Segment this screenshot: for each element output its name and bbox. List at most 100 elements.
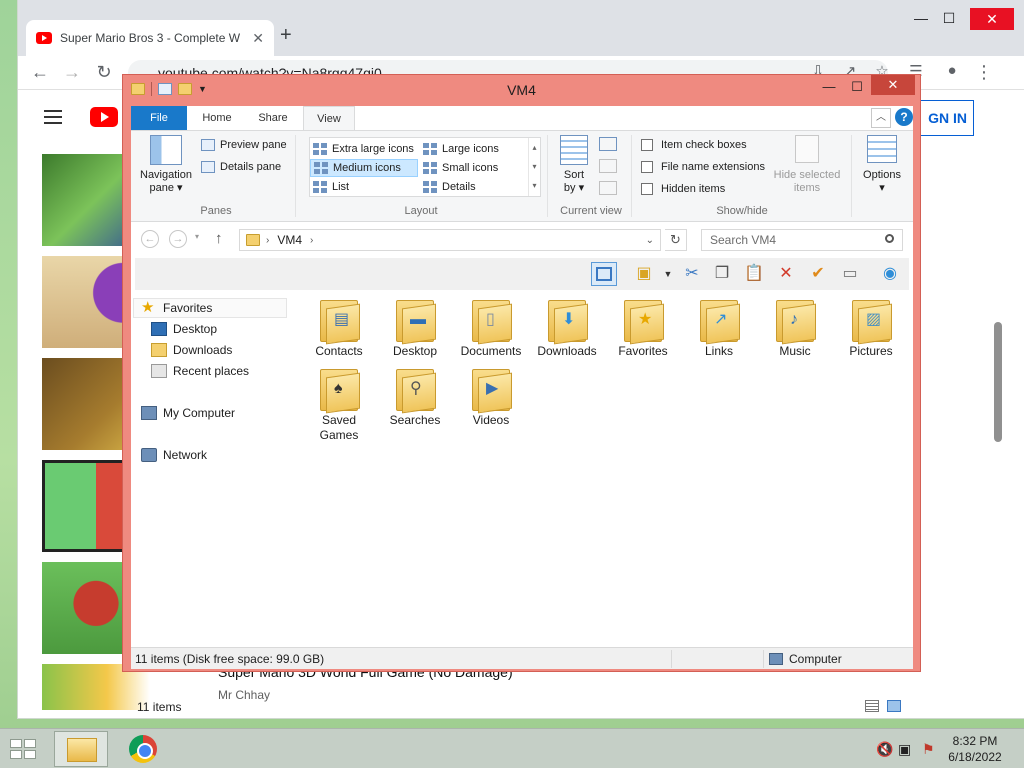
paste-icon[interactable]: 📋	[741, 262, 767, 286]
search-input[interactable]: Search VM4	[701, 229, 903, 251]
taskbar-chrome[interactable]	[116, 731, 170, 767]
clock[interactable]: 8:32 PM 6/18/2022	[940, 733, 1010, 765]
file-item[interactable]: ♪ Music	[757, 296, 833, 359]
navigation-pane-button[interactable]: Navigation pane ▾	[137, 135, 195, 195]
large-icons-view-icon[interactable]	[887, 700, 901, 712]
file-item[interactable]: ⬇ Downloads	[529, 296, 605, 359]
checkbox-icon	[641, 161, 653, 173]
action-center-icon[interactable]: ⚑	[922, 741, 935, 758]
nav-my-computer[interactable]: My Computer	[141, 403, 235, 423]
close-window-button[interactable]: ✕	[970, 8, 1014, 30]
desktop-folder-icon: ▬	[394, 296, 436, 345]
file-item[interactable]: ▯ Documents	[453, 296, 529, 359]
profile-icon[interactable]: ●	[940, 62, 964, 79]
music-folder-icon: ♪	[774, 296, 816, 345]
dropdown-arrow-icon[interactable]: ▼	[655, 262, 681, 286]
taskbar-file-explorer[interactable]	[54, 731, 108, 767]
layout-medium-icons[interactable]: Medium icons	[310, 159, 418, 177]
recent-locations-icon[interactable]: ▾	[195, 232, 199, 241]
tab-file[interactable]: File	[131, 106, 187, 130]
volume-muted-icon[interactable]: 🔇	[876, 741, 893, 758]
address-segment[interactable]: VM4	[277, 233, 302, 247]
details-pane-button[interactable]: Details pane	[201, 161, 281, 173]
sort-by-button[interactable]: Sort by ▾	[555, 135, 593, 195]
collapse-ribbon-icon[interactable]: ︿	[871, 108, 891, 128]
forward-icon[interactable]: →	[60, 62, 84, 83]
explorer-close-button[interactable]: ✕	[871, 75, 915, 95]
channel-name[interactable]: Mr Chhay	[218, 688, 270, 702]
nav-favorites[interactable]: ★ Favorites	[141, 298, 212, 318]
item-check-boxes-checkbox[interactable]: Item check boxes	[641, 139, 747, 151]
back-icon[interactable]: ←	[141, 230, 159, 248]
page-scrollbar[interactable]	[994, 322, 1002, 442]
layout-large-icons[interactable]: Large icons	[420, 140, 528, 158]
menu-icon[interactable]: ⋮	[972, 62, 996, 83]
youtube-logo[interactable]	[90, 107, 118, 127]
reload-icon[interactable]: ↻	[92, 62, 116, 83]
nav-desktop[interactable]: Desktop	[151, 319, 217, 339]
file-explorer-icon	[67, 738, 97, 762]
copy-icon[interactable]: ❐	[709, 262, 735, 286]
size-columns-icon[interactable]	[599, 181, 617, 195]
tab-view[interactable]: View	[303, 106, 355, 130]
file-name-extensions-checkbox[interactable]: File name extensions	[641, 161, 765, 173]
delete-icon[interactable]: ✕	[773, 262, 799, 286]
view-toggle-icon[interactable]	[591, 262, 617, 286]
file-item[interactable]: ▬ Desktop	[377, 296, 453, 359]
tab-close-icon[interactable]: ✕	[252, 30, 264, 47]
address-dropdown-icon[interactable]: ⌄	[646, 235, 654, 246]
tab-home[interactable]: Home	[191, 106, 243, 130]
options-button[interactable]: Options ▾	[857, 135, 907, 195]
layout-scroll-icon[interactable]: ▴ ▾ ▾	[528, 138, 540, 196]
rename-check-icon[interactable]: ✔	[805, 262, 831, 286]
details-view-icon[interactable]	[865, 700, 879, 712]
hidden-items-checkbox[interactable]: Hidden items	[641, 183, 725, 195]
file-item[interactable]: ⚲ Searches	[377, 365, 453, 428]
explorer-address-bar[interactable]: › VM4 › ⌄	[239, 229, 661, 251]
documents-folder-icon: ▯	[470, 296, 512, 345]
select-folder-icon[interactable]: ▣	[631, 262, 657, 286]
browser-tab[interactable]: Super Mario Bros 3 - Complete W ✕	[26, 20, 274, 56]
layout-extra-large-icons[interactable]: Extra large icons	[310, 140, 418, 158]
up-icon[interactable]: ↑	[215, 230, 223, 247]
file-label: Documents	[460, 344, 522, 358]
hide-selected-items-button[interactable]: Hide selected items	[771, 135, 843, 195]
preview-pane-button[interactable]: Preview pane	[201, 139, 287, 151]
add-columns-icon[interactable]	[599, 159, 617, 173]
sign-in-button[interactable]: GN IN	[914, 100, 974, 136]
clock-time: 8:32 PM	[952, 734, 998, 748]
cut-icon[interactable]: ✂	[679, 262, 705, 286]
file-item[interactable]: ★ Favorites	[605, 296, 681, 359]
file-item[interactable]: ♠ Saved Games	[301, 365, 377, 443]
globe-icon[interactable]: ◉	[877, 262, 903, 286]
layout-small-icons[interactable]: Small icons	[420, 159, 528, 177]
nav-downloads[interactable]: Downloads	[151, 340, 232, 360]
explorer-title-bar[interactable]: ▼ VM4 — ☐ ✕	[123, 75, 920, 105]
maximize-icon[interactable]: ☐	[934, 10, 964, 27]
explorer-minimize-icon[interactable]: —	[815, 79, 843, 94]
layout-list[interactable]: List	[310, 178, 418, 196]
forward-icon[interactable]: →	[169, 230, 187, 248]
search-icon	[885, 234, 894, 243]
refresh-icon[interactable]: ↻	[665, 229, 687, 251]
tab-share[interactable]: Share	[247, 106, 299, 130]
file-item[interactable]: ▨ Pictures	[833, 296, 909, 359]
new-tab-button[interactable]: +	[280, 24, 292, 47]
favorites-folder-icon: ★	[622, 296, 664, 345]
explorer-maximize-icon[interactable]: ☐	[843, 79, 871, 95]
group-by-icon[interactable]	[599, 137, 617, 151]
start-button[interactable]	[10, 739, 38, 761]
nav-recent-places[interactable]: Recent places	[151, 361, 249, 381]
properties-icon[interactable]: ▭	[837, 262, 863, 286]
minimize-icon[interactable]: —	[906, 10, 936, 26]
file-item[interactable]: ▶ Videos	[453, 365, 529, 428]
nav-network[interactable]: Network	[141, 445, 207, 465]
help-icon[interactable]: ?	[895, 108, 913, 126]
network-status-icon[interactable]: ▣	[898, 741, 911, 758]
file-item[interactable]: ↗ Links	[681, 296, 757, 359]
back-icon[interactable]: ←	[28, 62, 52, 83]
file-item[interactable]: ▤ Contacts	[301, 296, 377, 359]
hamburger-menu-icon[interactable]	[44, 110, 62, 124]
links-folder-icon: ↗	[698, 296, 740, 345]
layout-details[interactable]: Details	[420, 178, 528, 196]
